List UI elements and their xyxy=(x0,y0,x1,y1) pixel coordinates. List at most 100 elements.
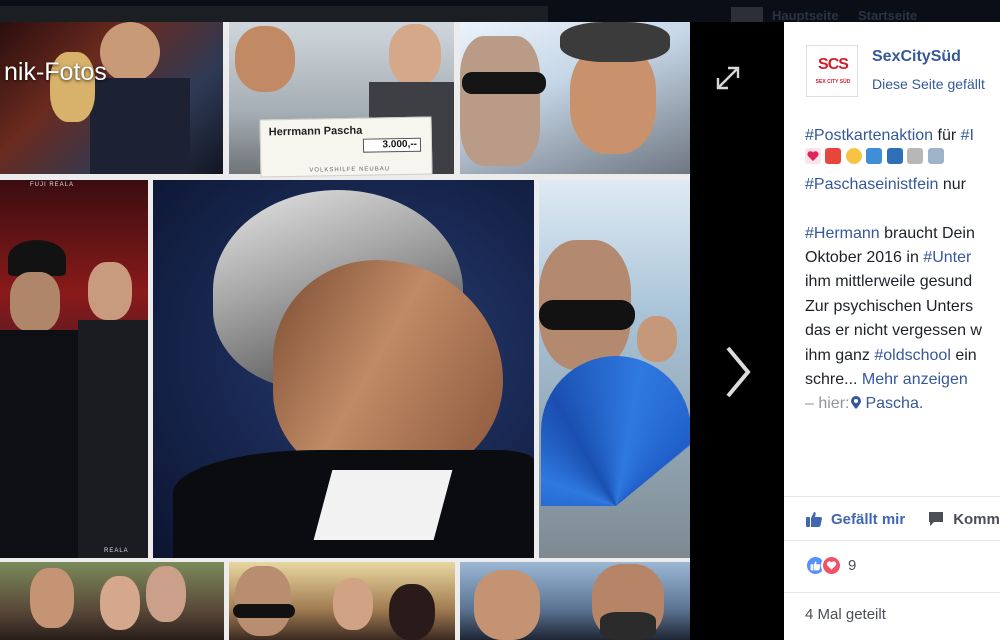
face-shape xyxy=(460,36,540,166)
face-shape xyxy=(10,272,60,332)
collar-shape xyxy=(313,470,453,540)
post-line: Oktober 2016 in #Unter xyxy=(805,246,1000,270)
face-shape xyxy=(235,566,291,636)
mailbox-emoji-icon xyxy=(866,148,883,165)
face-shape xyxy=(389,24,441,86)
page-name-link[interactable]: SexCitySüd xyxy=(872,48,961,66)
postbox-emoji-icon xyxy=(825,148,842,165)
cheque-amount: 3.000,-- xyxy=(362,137,422,153)
collage-photo-street-night: FUJI REALA REALA xyxy=(0,180,148,558)
location-pin-icon xyxy=(851,396,862,410)
sunglasses-shape xyxy=(233,604,295,618)
post-line: #Hermann braucht Dein xyxy=(805,222,1000,246)
hashtag-link[interactable]: #Postkartenaktion xyxy=(805,127,933,144)
post-text-fragment: nur xyxy=(938,175,966,193)
post-line: #Postkartenaktion für #I xyxy=(805,124,1000,148)
hospital-emoji-icon xyxy=(927,148,944,165)
house-emoji-icon xyxy=(907,148,924,165)
hashtag-link[interactable]: #Paschaseinistfein xyxy=(805,176,938,193)
share-count-link[interactable]: 4 Mal geteilt xyxy=(805,606,886,623)
hair-shape xyxy=(389,584,435,640)
collage-photo-table xyxy=(229,562,455,640)
post-line: ihm ganz #oldschool ein xyxy=(805,344,1000,368)
dimmed-top-bar: Hauptseite Startseite xyxy=(0,0,1000,23)
post-text-fragment: braucht Dein xyxy=(879,224,975,242)
reaction-count: 9 xyxy=(848,556,857,574)
post-text-fragment: schre... xyxy=(805,370,862,388)
cheque-org: VOLKSHILFE NEUBAU xyxy=(309,166,391,174)
cheque-payee: Herrmann Pascha xyxy=(268,124,363,139)
collage-photo-fan xyxy=(539,180,690,558)
dimmed-nav-link-start: Startseite xyxy=(858,8,918,23)
post-line: #Paschaseinistfein nur xyxy=(805,173,1000,197)
page-like-status[interactable]: Diese Seite gefällt xyxy=(872,76,985,92)
heart-letter-emoji-icon xyxy=(805,148,821,165)
location-prefix: – hier: xyxy=(805,395,850,413)
photo-collage[interactable]: nik-Fotos Herrmann Pascha 3.000,-- VOLKS… xyxy=(0,22,690,640)
location-link[interactable]: Pascha. xyxy=(865,395,923,412)
page-avatar[interactable]: SCS SEX CITY SÜD xyxy=(806,45,858,97)
face-shape xyxy=(637,316,677,362)
post-text: #Postkartenaktion für #I #Paschaseinistf… xyxy=(805,124,1000,417)
collage-photo-club xyxy=(0,22,223,174)
emoji-row xyxy=(805,148,1000,172)
post-text-fragment: Oktober 2016 in xyxy=(805,248,924,266)
love-reaction-icon xyxy=(821,554,842,576)
post-line: ihm mittlerweile gesund xyxy=(805,273,973,291)
face-shape xyxy=(30,568,74,628)
divider xyxy=(784,540,1000,541)
mailbox-emoji-icon xyxy=(886,148,903,165)
see-more-link[interactable]: Mehr anzeigen xyxy=(862,371,968,388)
album-title: nik-Fotos xyxy=(4,58,107,86)
face-shape xyxy=(146,566,186,622)
fullscreen-expand-icon[interactable] xyxy=(714,64,742,92)
post-line: schre... Mehr anzeigen xyxy=(805,368,1000,392)
face-shape xyxy=(235,26,295,92)
post-text-fragment: ein xyxy=(950,346,977,364)
page-logo-mark: SCS xyxy=(818,56,849,73)
film-label: REALA xyxy=(104,548,129,554)
body-shape xyxy=(0,330,78,558)
like-label: Gefällt mir xyxy=(831,510,906,528)
sunglasses-shape xyxy=(539,300,635,330)
location-line: – hier: Pascha. xyxy=(805,392,1000,416)
post-text-fragment: ihm ganz xyxy=(805,346,875,364)
post-sidebar: SCS SEX CITY SÜD SexCitySüd Diese Seite … xyxy=(784,22,1000,640)
dimmed-nav-link-home: Hauptseite xyxy=(772,8,839,23)
post-text-fragment: für xyxy=(933,127,961,144)
comment-icon xyxy=(929,512,944,526)
photo-stage: nik-Fotos Herrmann Pascha 3.000,-- VOLKS… xyxy=(0,22,784,640)
body-shape xyxy=(90,78,190,174)
face-shape xyxy=(273,260,503,480)
face-shape xyxy=(333,578,373,630)
comment-button[interactable]: Komm xyxy=(927,510,1000,528)
collage-photo-portrait-main xyxy=(153,180,534,558)
body-shape xyxy=(78,320,148,558)
face-shape xyxy=(100,22,160,82)
hashtag-link[interactable]: #Hermann xyxy=(805,225,880,242)
comment-label: Komm xyxy=(953,510,1000,528)
next-photo-chevron-icon[interactable] xyxy=(718,342,758,402)
hand-fan-shape xyxy=(541,356,690,506)
cheque-card: Herrmann Pascha 3.000,-- VOLKSHILFE NEUB… xyxy=(259,116,433,178)
ring-emoji-icon xyxy=(845,148,862,165)
collage-photo-duo xyxy=(460,562,690,640)
hashtag-link[interactable]: #Unter xyxy=(923,249,971,266)
hashtag-link[interactable]: #I xyxy=(961,127,974,144)
face-shape xyxy=(88,262,132,320)
hashtag-link[interactable]: #oldschool xyxy=(874,347,951,364)
divider xyxy=(784,592,1000,593)
page-logo-tag: SEX CITY SÜD xyxy=(815,79,851,85)
beard-shape xyxy=(600,612,656,640)
reactions-summary[interactable]: 9 xyxy=(805,552,856,578)
dimmed-avatar xyxy=(731,7,763,22)
face-shape xyxy=(100,576,140,630)
film-label: FUJI REALA xyxy=(30,182,75,188)
post-line: das er nicht vergessen w xyxy=(805,322,982,340)
post-line: Zur psychischen Unters xyxy=(805,297,974,315)
like-button[interactable]: Gefällt mir xyxy=(805,510,905,528)
post-actions: Gefällt mir Komm xyxy=(805,507,1000,531)
collage-photo-group xyxy=(0,562,224,640)
thumbs-up-icon xyxy=(806,512,822,527)
